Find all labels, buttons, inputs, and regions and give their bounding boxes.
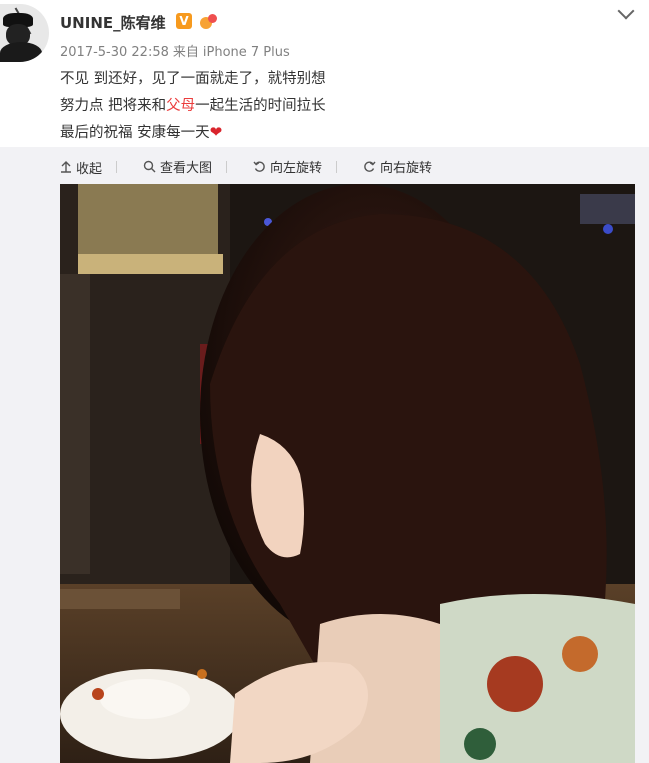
source-prefix: 来自 (172, 45, 199, 60)
username[interactable]: UNINE_陈宥维 (60, 12, 166, 33)
content-line-3: 最后的祝福 安康每一天❤ (60, 123, 223, 141)
post-header: UNINE_陈宥维 V 2017-5-30 22:58 来自 iPhone 7 Pl… (0, 0, 649, 147)
view-large-button[interactable]: 查看大图 (143, 157, 212, 176)
timestamp[interactable]: 2017-5-30 22:58 (60, 45, 169, 60)
rotate-left-label: 向左旋转 (270, 161, 323, 176)
rotate-right-label: 向右旋转 (380, 161, 433, 176)
source-device[interactable]: iPhone 7 Plus (203, 45, 290, 60)
rotate-left-button[interactable]: 向左旋转 (253, 157, 322, 176)
rotate-right-button[interactable]: 向右旋转 (363, 157, 432, 176)
post-photo[interactable] (60, 184, 635, 763)
rotate-left-icon (253, 161, 265, 172)
photo-illustration (60, 184, 635, 763)
content-line-1: 不见 到还好，见了一面就走了，就特别想 (60, 71, 326, 87)
search-icon (143, 160, 156, 173)
collapse-arrow-icon (61, 161, 71, 173)
verified-badge-icon[interactable]: V (176, 13, 192, 29)
collapse-button[interactable]: 收起 (60, 158, 102, 177)
collapse-label: 收起 (76, 161, 103, 177)
highlight-text: 父母 (166, 97, 196, 114)
chevron-down-icon[interactable] (617, 2, 635, 20)
view-large-label: 查看大图 (160, 161, 213, 176)
media-toolbar: 收起 查看大图 向左旋转 向右旋转 (60, 157, 446, 177)
post-meta: 2017-5-30 22:58 来自 iPhone 7 Plus (60, 41, 294, 60)
post-content: 不见 到还好，见了一面就走了，就特别想 努力点 把将来和父母一起生活的时间拉长 … (60, 66, 326, 147)
rotate-right-icon (364, 161, 376, 172)
heart-icon: ❤ (209, 123, 223, 141)
avatar[interactable] (0, 4, 49, 62)
content-line-2: 努力点 把将来和父母一起生活的时间拉长 (60, 97, 326, 114)
medal-icon[interactable] (199, 12, 219, 30)
